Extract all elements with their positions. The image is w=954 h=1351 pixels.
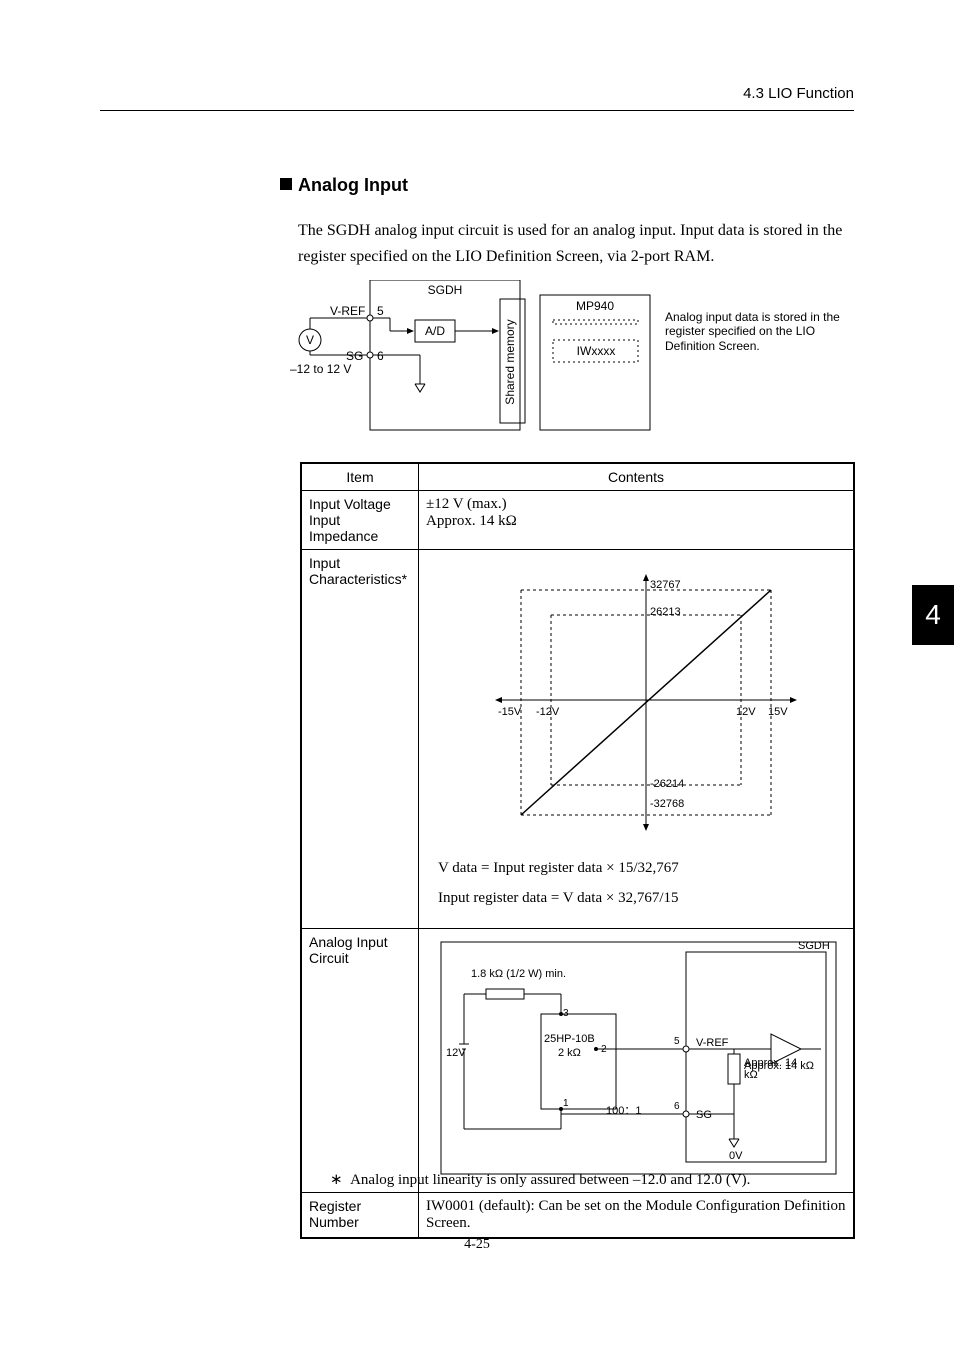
- svg-text:26213: 26213: [650, 606, 681, 618]
- footnote: ∗ Analog input linearity is only assured…: [330, 1170, 750, 1189]
- block-diagram: SGDH A/D MP940 Shared memory IWxxxx 5 6 …: [290, 280, 850, 445]
- chapter-tab: 4: [912, 585, 954, 645]
- svg-text:-32768: -32768: [650, 798, 684, 810]
- iwxxxx-label: IWxxxx: [577, 344, 616, 358]
- intro-paragraph: The SGDH analog input circuit is used fo…: [298, 218, 854, 269]
- svg-text:-12V: -12V: [536, 706, 560, 718]
- row-register-number-value: IW0001 (default): Can be set on the Modu…: [419, 1193, 854, 1238]
- ad-label: A/D: [425, 324, 445, 338]
- footnote-marker: ∗: [330, 1172, 343, 1188]
- sg-label: SG: [346, 349, 363, 363]
- svg-text:3: 3: [563, 1008, 569, 1019]
- row-analog-circuit-value: SGDH 12V 1.8 kΩ (1/2 W) min.: [419, 929, 854, 1193]
- row-voltage-impedance-value: ±12 V (max.) Approx. 14 kΩ: [419, 491, 854, 550]
- section-heading: Analog Input: [280, 175, 408, 196]
- row-voltage-impedance-label: Input Voltage Input Impedance: [302, 491, 419, 550]
- svg-text:V-REF: V-REF: [696, 1037, 729, 1049]
- sgdh-label: SGDH: [428, 283, 463, 297]
- vref-label: V-REF: [330, 304, 365, 318]
- formula1: V data = Input register data × 15/32,767: [438, 853, 839, 883]
- th-contents: Contents: [419, 464, 854, 491]
- circuit-diagram: SGDH 12V 1.8 kΩ (1/2 W) min.: [426, 934, 846, 1184]
- svg-text:1: 1: [563, 1098, 569, 1109]
- row-register-number-label: Register Number: [302, 1193, 419, 1238]
- svg-text:2 kΩ: 2 kΩ: [558, 1047, 581, 1059]
- mp940-label: MP940: [576, 299, 614, 313]
- svg-text:SG: SG: [696, 1109, 712, 1121]
- svg-text:12V: 12V: [446, 1047, 466, 1059]
- svg-text:1.8 kΩ (1/2 W) min.: 1.8 kΩ (1/2 W) min.: [471, 968, 566, 980]
- svg-text:0V: 0V: [729, 1150, 743, 1162]
- th-item: Item: [302, 464, 419, 491]
- diagram-note: Analog input data is stored in the regis…: [665, 310, 840, 353]
- formula2: Input register data = V data × 32,767/15: [438, 883, 839, 913]
- heading-text: Analog Input: [298, 175, 408, 195]
- square-bullet-icon: [280, 178, 292, 190]
- svg-text:32767: 32767: [650, 579, 681, 591]
- svg-text:25HP-10B: 25HP-10B: [544, 1033, 595, 1045]
- spec-table: Item Contents Input Voltage Input Impeda…: [301, 463, 854, 1238]
- v-range: –12 to 12 V: [290, 362, 351, 376]
- v-source: V: [306, 333, 314, 347]
- row-input-characteristics-label: Input Characteristics*: [302, 550, 419, 929]
- svg-text:5: 5: [674, 1036, 680, 1047]
- svg-text:12V: 12V: [736, 706, 756, 718]
- pin5: 5: [377, 304, 384, 318]
- row-analog-circuit-label: Analog Input Circuit: [302, 929, 419, 1193]
- formula-region: V data = Input register data × 15/32,767…: [426, 848, 846, 923]
- header-rule: [100, 110, 854, 111]
- page-header-section: 4.3 LIO Function: [743, 85, 854, 102]
- footnote-text: Analog input linearity is only assured b…: [350, 1172, 750, 1188]
- svg-text:-15V: -15V: [498, 706, 522, 718]
- page-number: 4-25: [0, 1237, 954, 1253]
- pin6: 6: [377, 349, 384, 363]
- svg-text:100：1: 100：1: [606, 1105, 641, 1117]
- shared-memory-label: Shared memory: [503, 319, 517, 404]
- svg-text:15V: 15V: [768, 706, 788, 718]
- svg-text:-26214: -26214: [650, 778, 684, 790]
- row-input-characteristics-value: 32767 26213 -26214 -32768 -15V -12V 12V …: [419, 550, 854, 929]
- svg-text:SGDH: SGDH: [798, 940, 830, 952]
- svg-text:6: 6: [674, 1101, 680, 1112]
- characteristics-chart: 32767 26213 -26214 -32768 -15V -12V 12V …: [426, 555, 846, 845]
